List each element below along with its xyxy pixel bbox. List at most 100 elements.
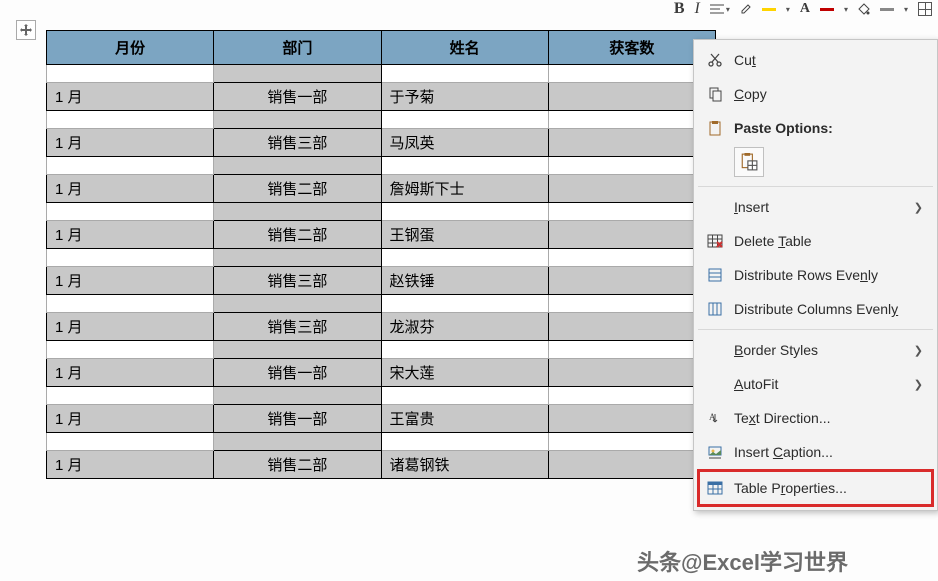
ctx-insert[interactable]: Insert ❯ xyxy=(694,190,937,224)
cell-count[interactable] xyxy=(548,129,715,157)
bold-button[interactable]: B xyxy=(674,0,685,18)
cell-name[interactable]: 詹姆斯下士 xyxy=(381,175,548,203)
shading-color-bar xyxy=(880,8,894,11)
paste-option-nest-table[interactable] xyxy=(734,147,764,177)
cell-month[interactable]: 1 月 xyxy=(47,129,214,157)
cell-dept[interactable]: 销售三部 xyxy=(214,313,381,341)
ctx-autofit[interactable]: AutoFit ❯ xyxy=(694,367,937,401)
copy-icon xyxy=(704,86,726,102)
font-color-dropdown[interactable]: ▾ xyxy=(844,5,848,14)
spacer-row xyxy=(47,203,716,221)
cell-count[interactable] xyxy=(548,359,715,387)
ctx-table-properties[interactable]: Table Properties... xyxy=(694,469,937,507)
separator xyxy=(698,186,933,187)
table-row[interactable]: 1 月销售二部詹姆斯下士 xyxy=(47,175,716,203)
delete-table-icon xyxy=(704,233,726,249)
table-properties-icon xyxy=(704,480,726,496)
cell-count[interactable] xyxy=(548,221,715,249)
font-color-bar xyxy=(820,8,834,11)
cell-dept[interactable]: 销售一部 xyxy=(214,359,381,387)
insert-table-button[interactable] xyxy=(918,2,932,16)
spacer-row xyxy=(47,295,716,313)
watermark: 头条@Excel学习世界 xyxy=(637,545,848,577)
cell-month[interactable]: 1 月 xyxy=(47,405,214,433)
cell-month[interactable]: 1 月 xyxy=(47,451,214,479)
cell-count[interactable] xyxy=(548,451,715,479)
table-row[interactable]: 1 月销售一部于予菊 xyxy=(47,83,716,111)
highlight-dropdown[interactable]: ▾ xyxy=(786,5,790,14)
shading-button[interactable] xyxy=(858,3,870,15)
cell-month[interactable]: 1 月 xyxy=(47,221,214,249)
table-move-handle[interactable] xyxy=(16,20,36,40)
chevron-right-icon: ❯ xyxy=(914,201,923,214)
cell-month[interactable]: 1 月 xyxy=(47,313,214,341)
separator xyxy=(698,329,933,330)
shading-dropdown[interactable]: ▾ xyxy=(904,5,908,14)
highlight-color-bar xyxy=(762,8,776,11)
spacer-row xyxy=(47,341,716,359)
cell-month[interactable]: 1 月 xyxy=(47,175,214,203)
cell-dept[interactable]: 销售二部 xyxy=(214,451,381,479)
header-name[interactable]: 姓名 xyxy=(381,31,548,65)
header-month[interactable]: 月份 xyxy=(47,31,214,65)
table-row[interactable]: 1 月销售三部马凤英 xyxy=(47,129,716,157)
cell-dept[interactable]: 销售二部 xyxy=(214,221,381,249)
cell-name[interactable]: 赵铁锤 xyxy=(381,267,548,295)
spacer-row xyxy=(47,387,716,405)
cell-dept[interactable]: 销售三部 xyxy=(214,267,381,295)
data-table[interactable]: 月份 部门 姓名 获客数 1 月销售一部于予菊1 月销售三部马凤英1 月销售二部… xyxy=(46,30,716,479)
spacer-row xyxy=(47,157,716,175)
table-row[interactable]: 1 月销售一部王富贵 xyxy=(47,405,716,433)
ctx-copy[interactable]: Copy xyxy=(694,77,937,111)
cell-count[interactable] xyxy=(548,175,715,203)
ctx-distribute-cols[interactable]: Distribute Columns Evenly xyxy=(694,292,937,326)
cell-count[interactable] xyxy=(548,405,715,433)
table-row[interactable]: 1 月销售三部龙淑芬 xyxy=(47,313,716,341)
cell-name[interactable]: 于予菊 xyxy=(381,83,548,111)
header-dept[interactable]: 部门 xyxy=(214,31,381,65)
cell-name[interactable]: 龙淑芬 xyxy=(381,313,548,341)
font-color-button[interactable]: A xyxy=(800,1,810,17)
table-row[interactable]: 1 月销售三部赵铁锤 xyxy=(47,267,716,295)
cell-count[interactable] xyxy=(548,83,715,111)
table-row[interactable]: 1 月销售二部王钢蛋 xyxy=(47,221,716,249)
context-menu: Cut Copy Paste Options: Insert ❯ Delete … xyxy=(693,39,938,511)
ctx-text-direction[interactable]: A Text Direction... xyxy=(694,401,937,435)
clipboard-icon xyxy=(704,120,726,136)
cell-month[interactable]: 1 月 xyxy=(47,267,214,295)
chevron-right-icon: ❯ xyxy=(914,344,923,357)
highlight-button[interactable] xyxy=(740,3,752,15)
ctx-distribute-rows[interactable]: Distribute Rows Evenly xyxy=(694,258,937,292)
spacer-row xyxy=(47,433,716,451)
cell-count[interactable] xyxy=(548,313,715,341)
align-button[interactable]: ▾ xyxy=(710,3,730,15)
spacer-row xyxy=(47,111,716,129)
text-direction-icon: A xyxy=(704,410,726,426)
cell-name[interactable]: 马凤英 xyxy=(381,129,548,157)
cell-name[interactable]: 王富贵 xyxy=(381,405,548,433)
table-row[interactable]: 1 月销售一部宋大莲 xyxy=(47,359,716,387)
cell-name[interactable]: 诸葛钢铁 xyxy=(381,451,548,479)
cell-dept[interactable]: 销售二部 xyxy=(214,175,381,203)
mini-toolbar: B I ▾ ▾ A ▾ ▾ xyxy=(674,0,932,18)
cell-name[interactable]: 宋大莲 xyxy=(381,359,548,387)
cell-dept[interactable]: 销售三部 xyxy=(214,129,381,157)
header-count[interactable]: 获客数 xyxy=(548,31,715,65)
ctx-cut[interactable]: Cut xyxy=(694,43,937,77)
distribute-rows-icon xyxy=(704,267,726,283)
table-header-row[interactable]: 月份 部门 姓名 获客数 xyxy=(47,31,716,65)
ctx-insert-caption[interactable]: Insert Caption... xyxy=(694,435,937,469)
cell-dept[interactable]: 销售一部 xyxy=(214,405,381,433)
cell-month[interactable]: 1 月 xyxy=(47,83,214,111)
table-row[interactable]: 1 月销售二部诸葛钢铁 xyxy=(47,451,716,479)
cell-month[interactable]: 1 月 xyxy=(47,359,214,387)
cell-dept[interactable]: 销售一部 xyxy=(214,83,381,111)
chevron-right-icon: ❯ xyxy=(914,378,923,391)
cell-count[interactable] xyxy=(548,267,715,295)
italic-button[interactable]: I xyxy=(694,0,699,18)
ctx-delete-table[interactable]: Delete Table xyxy=(694,224,937,258)
cell-name[interactable]: 王钢蛋 xyxy=(381,221,548,249)
scissors-icon xyxy=(704,52,726,68)
caption-icon xyxy=(704,444,726,460)
ctx-border-styles[interactable]: Border Styles ❯ xyxy=(694,333,937,367)
